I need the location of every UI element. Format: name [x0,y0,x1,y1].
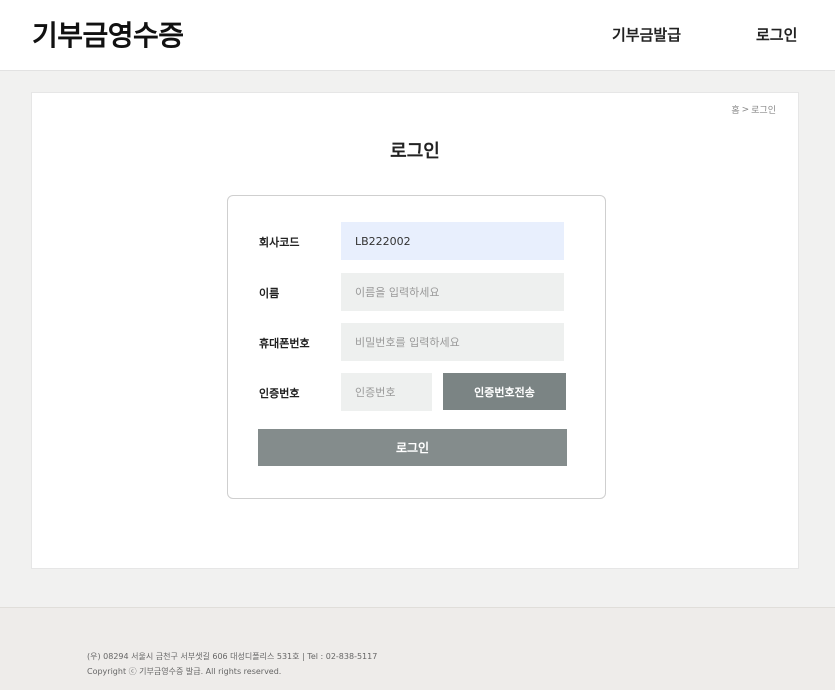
footer-copyright: Copyright ⓒ 기부금영수증 발급. All rights reserv… [87,667,282,676]
phone-input[interactable] [341,323,564,361]
page-title: 로그인 [390,141,440,162]
nav-login[interactable]: 로그인 [756,24,797,45]
site-logo[interactable]: 기부금영수증 [32,14,184,54]
phone-label: 휴대폰번호 [259,337,310,350]
send-auth-code-button[interactable]: 인증번호전송 [443,373,566,410]
auth-code-input[interactable] [341,373,432,411]
breadcrumb: 홈 > 로그인 [731,103,776,117]
main-content: 홈 > 로그인 로그인 회사코드 이름 휴대폰번호 인증번호 인증번호전송 로그… [31,92,799,569]
site-footer: (우) 08294 서울시 금천구 서부샛길 606 대성디폴리스 531호 |… [0,607,835,690]
name-label: 이름 [259,287,280,300]
nav-donation-issue[interactable]: 기부금발급 [612,24,681,45]
breadcrumb-current: 로그인 [751,106,776,116]
login-form: 회사코드 이름 휴대폰번호 인증번호 인증번호전송 로그인 [227,195,606,499]
breadcrumb-separator: > [741,104,750,115]
company-code-input[interactable] [341,222,564,260]
auth-code-label: 인증번호 [259,387,300,400]
company-code-label: 회사코드 [259,236,300,249]
site-header: 기부금영수증 기부금발급 로그인 [0,0,835,71]
footer-address: (우) 08294 서울시 금천구 서부샛길 606 대성디폴리스 531호 |… [87,652,378,661]
login-button[interactable]: 로그인 [258,429,567,466]
breadcrumb-home[interactable]: 홈 [731,103,739,116]
name-input[interactable] [341,273,564,311]
